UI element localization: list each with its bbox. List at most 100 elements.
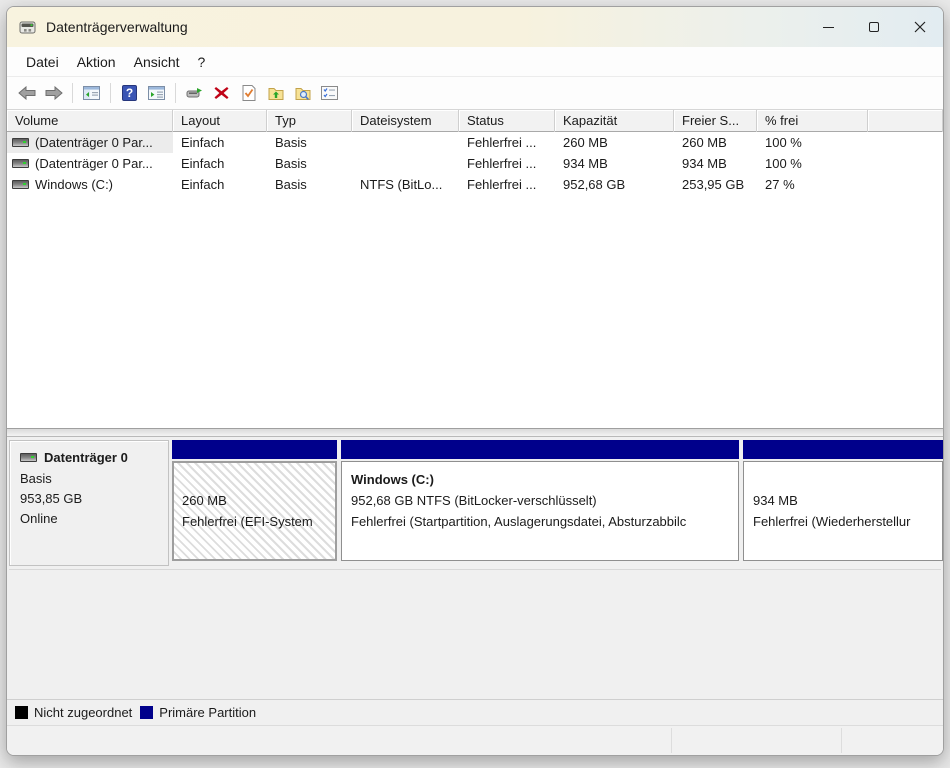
column-header-typ[interactable]: Typ — [267, 110, 352, 132]
menu-hilfe[interactable]: ? — [189, 51, 215, 73]
cell-freier-speicher: 934 MB — [674, 153, 757, 174]
partition-efi-box[interactable]: 260 MB Fehlerfrei (EFI-System — [172, 461, 337, 561]
check-properties-button[interactable] — [235, 80, 262, 106]
cell-kapazitaet: 952,68 GB — [555, 174, 674, 195]
explore-icon — [295, 86, 311, 101]
cell-kapazitaet: 260 MB — [555, 132, 674, 153]
menu-aktion[interactable]: Aktion — [68, 51, 125, 73]
partition-size: 934 MB — [753, 490, 938, 511]
menu-bar: Datei Aktion Ansicht ? — [7, 47, 943, 77]
column-header-empty — [868, 110, 943, 132]
volume-icon — [12, 138, 29, 147]
maximize-button[interactable] — [851, 7, 897, 47]
console-tree-button[interactable] — [78, 80, 105, 106]
cell-status: Fehlerfrei ... — [459, 153, 555, 174]
delete-icon — [214, 86, 229, 100]
cell-freier-speicher: 253,95 GB — [674, 174, 757, 195]
disk-size: 953,85 GB — [20, 489, 164, 509]
partition-efi[interactable]: 260 MB Fehlerfrei (EFI-System — [172, 440, 337, 566]
pane-splitter[interactable] — [7, 428, 943, 437]
rescan-disks-icon — [186, 86, 204, 100]
help-button[interactable]: ? — [116, 80, 143, 106]
toolbar-separator — [175, 83, 176, 103]
svg-text:?: ? — [126, 86, 133, 100]
disk-management-window: Datenträgerverwaltung Datei Aktion Ansic… — [6, 6, 944, 756]
volume-icon — [12, 180, 29, 189]
disk-type: Basis — [20, 469, 164, 489]
close-button[interactable] — [897, 7, 943, 47]
column-header-freier-speicher[interactable]: Freier S... — [674, 110, 757, 132]
open-up-button[interactable] — [262, 80, 289, 106]
column-header-status[interactable]: Status — [459, 110, 555, 132]
cell-dateisystem: NTFS (BitLo... — [352, 174, 459, 195]
disk-0-row: Datenträger 0 Basis 953,85 GB Online 260… — [9, 440, 941, 566]
cell-layout: Einfach — [173, 153, 267, 174]
cell-layout: Einfach — [173, 174, 267, 195]
table-row[interactable]: (Datenträger 0 Par... Einfach Basis Fehl… — [7, 153, 943, 174]
column-header-volume[interactable]: Volume — [7, 110, 173, 132]
partition-color-bar — [743, 440, 943, 459]
delete-button[interactable] — [208, 80, 235, 106]
partition-recovery[interactable]: 934 MB Fehlerfrei (Wiederherstellur — [743, 440, 943, 566]
disk-0-info-panel[interactable]: Datenträger 0 Basis 953,85 GB Online — [9, 440, 169, 566]
maximize-icon — [869, 22, 879, 32]
disk-management-app-icon — [19, 19, 37, 35]
partition-color-bar — [341, 440, 739, 459]
partition-status: Fehlerfrei (Startpartition, Auslagerungs… — [351, 511, 734, 532]
title-bar[interactable]: Datenträgerverwaltung — [7, 7, 943, 47]
cell-typ: Basis — [267, 132, 352, 153]
console-tree-icon — [83, 86, 100, 100]
primary-partition-swatch — [140, 706, 153, 719]
cell-layout: Einfach — [173, 132, 267, 153]
cell-typ: Basis — [267, 153, 352, 174]
disk-status: Online — [20, 509, 164, 529]
disk-icon — [20, 453, 37, 462]
partition-size: 260 MB — [182, 490, 332, 511]
cell-status: Fehlerfrei ... — [459, 132, 555, 153]
cell-dateisystem — [352, 153, 459, 174]
cell-kapazitaet: 934 MB — [555, 153, 674, 174]
toolbar-separator — [72, 83, 73, 103]
forward-button[interactable] — [40, 80, 67, 106]
properties-list-icon — [321, 86, 338, 100]
menu-ansicht[interactable]: Ansicht — [125, 51, 189, 73]
partition-recovery-box[interactable]: 934 MB Fehlerfrei (Wiederherstellur — [743, 461, 943, 561]
partition-windows-c[interactable]: Windows (C:) 952,68 GB NTFS (BitLocker-v… — [341, 440, 739, 566]
partition-name — [753, 469, 938, 490]
cell-freier-speicher: 260 MB — [674, 132, 757, 153]
partition-name — [182, 469, 332, 490]
back-icon — [18, 86, 36, 100]
cell-prozent-frei: 100 % — [757, 132, 868, 153]
help-icon: ? — [122, 85, 137, 101]
cell-volume: (Datenträger 0 Par... — [35, 153, 153, 174]
open-up-icon — [268, 86, 284, 101]
forward-icon — [45, 86, 63, 100]
legend-bar: Nicht zugeordnet Primäre Partition — [7, 699, 943, 725]
properties-list-button[interactable] — [316, 80, 343, 106]
table-row[interactable]: (Datenträger 0 Par... Einfach Basis Fehl… — [7, 132, 943, 153]
minimize-button[interactable] — [805, 7, 851, 47]
partition-windows-c-box[interactable]: Windows (C:) 952,68 GB NTFS (BitLocker-v… — [341, 461, 739, 561]
legend-unallocated-label: Nicht zugeordnet — [34, 705, 132, 720]
window-title: Datenträgerverwaltung — [46, 19, 188, 35]
rescan-disks-button[interactable] — [181, 80, 208, 106]
volume-icon — [12, 159, 29, 168]
cell-prozent-frei: 100 % — [757, 153, 868, 174]
statusbar-separator — [841, 728, 842, 753]
minimize-icon — [823, 27, 834, 28]
table-row[interactable]: Windows (C:) Einfach Basis NTFS (BitLo..… — [7, 174, 943, 195]
cell-typ: Basis — [267, 174, 352, 195]
explore-button[interactable] — [289, 80, 316, 106]
partition-status: Fehlerfrei (EFI-System — [182, 511, 332, 532]
cell-volume: (Datenträger 0 Par... — [35, 132, 153, 153]
action-pane-button[interactable] — [143, 80, 170, 106]
partition-name: Windows (C:) — [351, 469, 734, 490]
column-header-prozent-frei[interactable]: % frei — [757, 110, 868, 132]
back-button[interactable] — [13, 80, 40, 106]
menu-datei[interactable]: Datei — [17, 51, 68, 73]
column-header-dateisystem[interactable]: Dateisystem — [352, 110, 459, 132]
column-header-kapazitaet[interactable]: Kapazität — [555, 110, 674, 132]
column-header-layout[interactable]: Layout — [173, 110, 267, 132]
close-icon — [914, 21, 926, 33]
action-pane-icon — [148, 86, 165, 100]
